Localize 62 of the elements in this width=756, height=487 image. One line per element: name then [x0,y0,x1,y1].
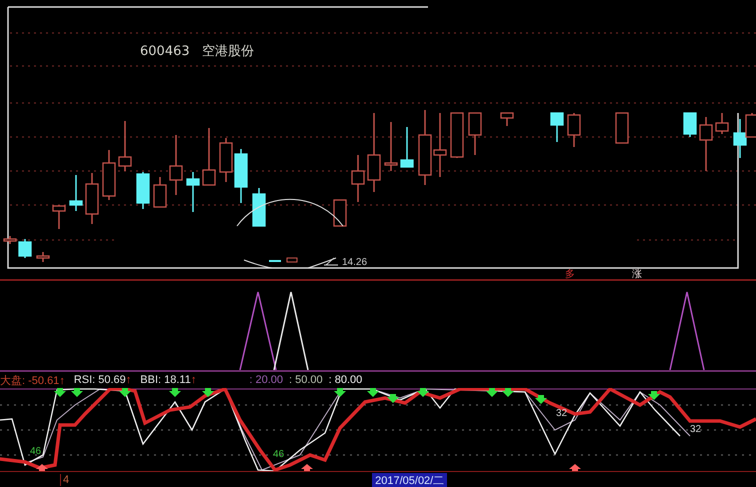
value-label: 46 [30,446,42,457]
down-arrow-icon [387,394,399,403]
down-arrow-icon [169,388,181,397]
down-arrow-icon [486,388,498,397]
indicator-readout: RSI: 50.69↑ [74,374,132,386]
up-arrow-icon [36,464,48,471]
candlestick [450,112,464,158]
candlestick [615,112,629,144]
indicator-readout: BBI: 18.11↑ [140,374,196,386]
candlestick [219,138,233,182]
value-label: 32 [556,408,568,419]
axis-mark: 涨 [632,269,642,280]
candlestick [136,172,150,209]
date-label: 2017/05/02/二 [372,472,448,487]
up-arrow-icon [569,464,581,471]
candlestick [102,150,116,200]
price-tick [269,260,281,262]
price-label: 14.26 [342,257,368,268]
candlestick [169,135,183,195]
stock-title: 600463 空港股份 [140,43,254,60]
candlestick [186,172,200,212]
candlestick [468,112,482,155]
candlestick [153,177,167,208]
bar-index: 4 [60,474,70,486]
candlestick [118,121,132,171]
down-arrow-icon [71,388,83,397]
down-arrow-icon [202,388,214,397]
price-tick [286,258,298,262]
candlestick [715,113,729,134]
up-arrow-icon [301,464,313,471]
down-arrow-icon [502,388,514,397]
down-arrow-icon [648,391,660,400]
candlestick [400,127,414,168]
down-arrow-icon [535,395,547,404]
candlestick [500,112,514,126]
down-arrow-icon [334,388,346,397]
indicator-readout: 大盘: -50.61↑ [0,374,65,388]
candlestick [567,113,581,147]
candlestick [202,128,216,186]
down-arrow-icon [119,388,131,397]
candlestick [252,188,266,227]
level-readout: : 20.00 [249,374,283,386]
axis-mark: 多 [565,269,575,280]
candlestick [433,113,447,177]
candlestick [234,149,248,203]
candlestick [69,175,83,211]
value-label: 32 [690,424,702,435]
level-readout: : 80.00 [328,374,362,386]
candlestick [333,199,347,227]
candlestick [699,117,713,171]
candlestick [85,173,99,224]
level-readout: : 50.00 [289,374,323,386]
down-arrow-icon [367,388,379,397]
candlestick [384,122,398,171]
value-label: 46 [273,449,284,460]
candlestick [683,112,697,137]
candlestick [351,155,365,202]
down-arrow-icon [417,388,429,397]
down-arrow-icon [54,388,66,397]
pointer-line [324,258,338,266]
candlestick [52,205,66,229]
candlestick [550,112,564,142]
